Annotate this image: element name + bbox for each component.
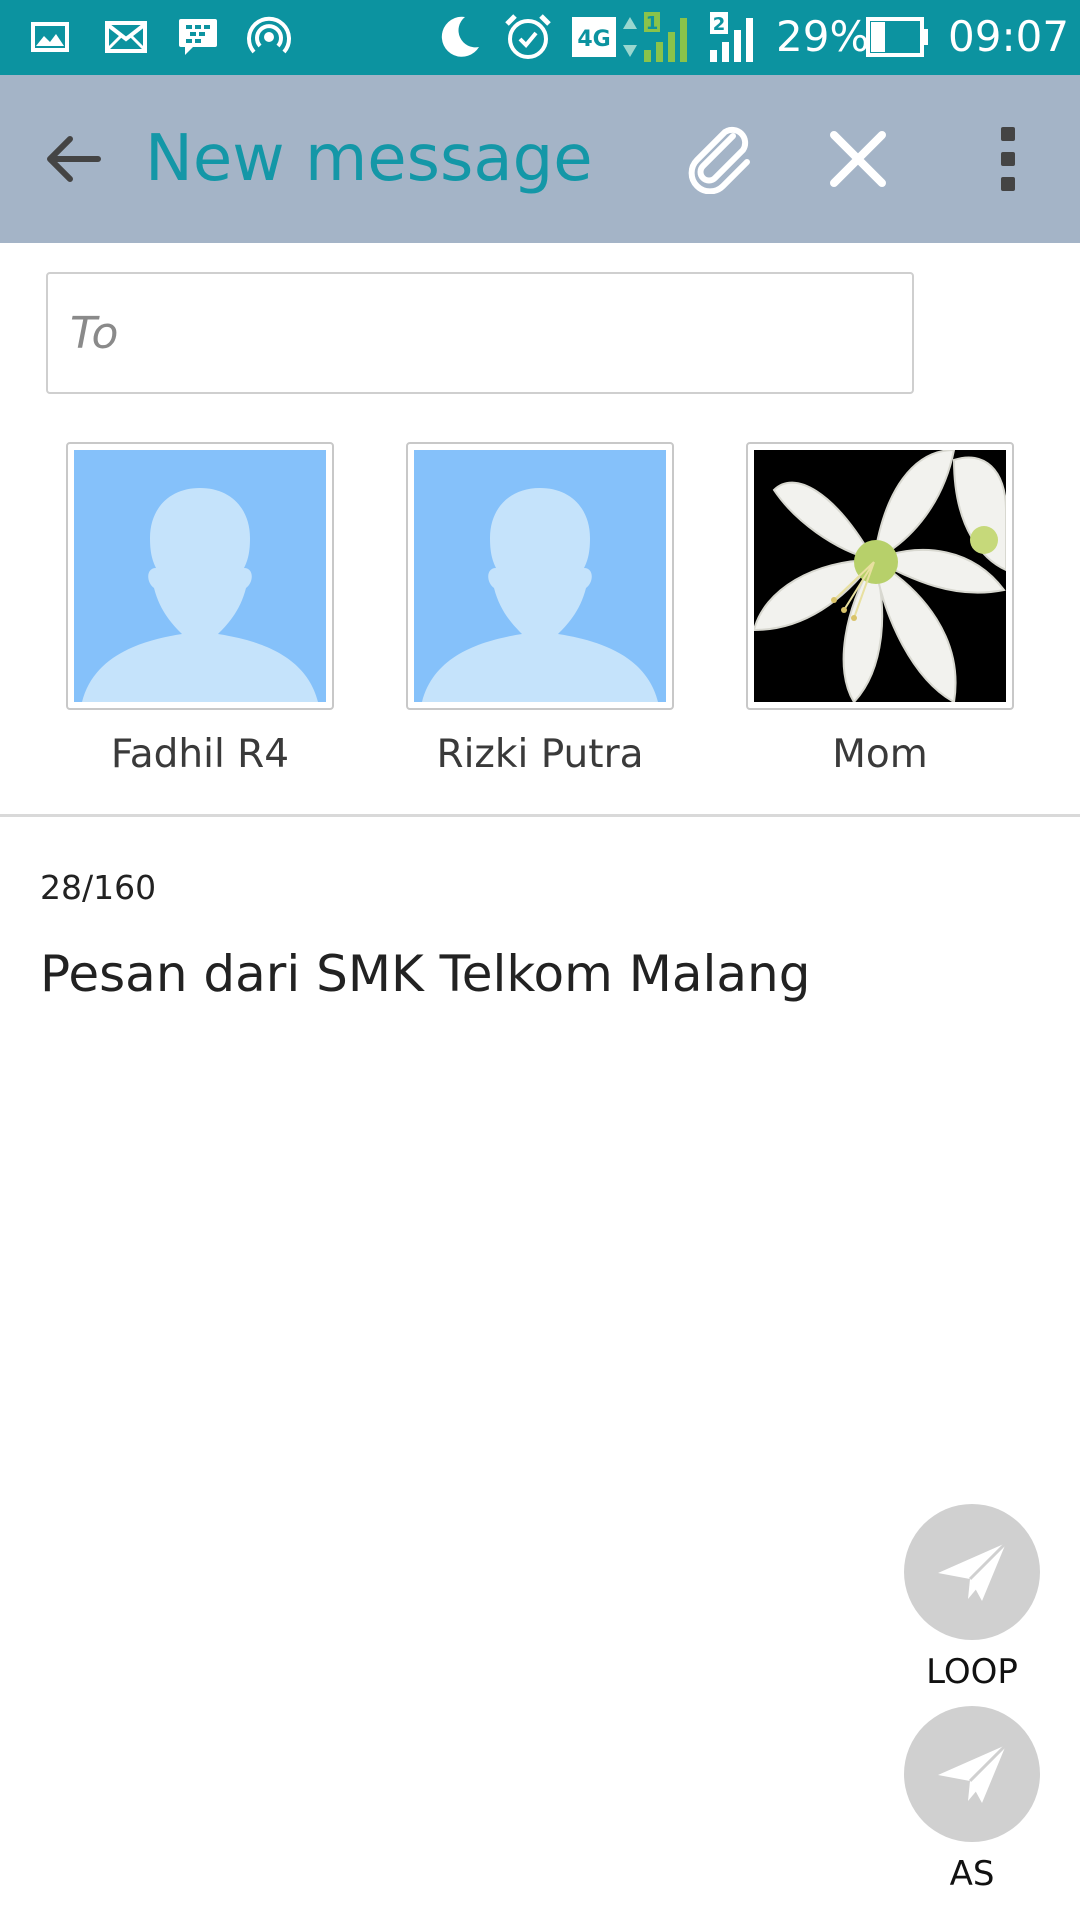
discard-button[interactable] <box>818 119 898 199</box>
svg-text:2: 2 <box>713 14 726 35</box>
bbm-icon <box>176 14 220 60</box>
paperclip-icon <box>688 126 750 194</box>
network-4g-icon: 4G <box>572 14 616 60</box>
to-input[interactable] <box>48 274 890 392</box>
status-bar: 4G 1 2 29% 09:07 <box>0 0 1080 75</box>
character-counter: 28/160 <box>40 868 157 907</box>
contact-name: Fadhil R4 <box>110 732 290 777</box>
contact-card[interactable]: Mom <box>746 442 1014 778</box>
send-as-label: AS <box>949 1854 995 1894</box>
more-vert-icon <box>1001 127 1015 191</box>
send-icon <box>938 1541 1008 1601</box>
send-as-button[interactable] <box>904 1706 1040 1842</box>
contact-photo[interactable] <box>406 442 674 710</box>
moon-icon <box>434 14 484 60</box>
divider <box>0 814 1080 817</box>
message-input[interactable]: Pesan dari SMK Telkom Malang <box>40 940 810 1008</box>
contact-photo[interactable] <box>746 442 1014 710</box>
email-icon <box>104 14 148 60</box>
default-avatar-icon <box>414 450 666 702</box>
data-activity-icon <box>620 14 640 60</box>
send-loop-button[interactable] <box>904 1504 1040 1640</box>
page-title: New message <box>145 122 593 196</box>
contact-card[interactable]: Rizki Putra <box>406 442 674 778</box>
attach-button[interactable] <box>676 119 764 199</box>
default-avatar-icon <box>74 450 326 702</box>
svg-text:1: 1 <box>646 13 659 34</box>
clock: 09:07 <box>948 12 1070 61</box>
battery-icon <box>866 14 930 60</box>
more-options-button[interactable] <box>978 119 1038 199</box>
contact-name: Mom <box>832 732 928 777</box>
back-arrow-icon <box>47 136 101 182</box>
alarm-icon <box>502 14 554 60</box>
signal-sim1-icon: 1 <box>642 12 698 62</box>
battery-percent: 29% <box>776 12 870 61</box>
send-loop-label: LOOP <box>926 1652 1018 1692</box>
lily-photo <box>754 450 1006 702</box>
signal-sim2-icon: 2 <box>708 12 764 62</box>
send-icon <box>938 1743 1008 1803</box>
svg-text:4G: 4G <box>577 27 610 52</box>
contact-photo[interactable] <box>66 442 334 710</box>
contact-card[interactable]: Fadhil R4 <box>66 442 334 778</box>
back-button[interactable] <box>32 119 112 199</box>
app-toolbar: New message <box>0 75 1080 243</box>
recipient-field[interactable] <box>46 272 914 394</box>
close-icon <box>830 131 886 187</box>
hotspot-icon <box>246 14 292 60</box>
gallery-icon <box>30 14 70 60</box>
contact-name: Rizki Putra <box>436 732 644 777</box>
